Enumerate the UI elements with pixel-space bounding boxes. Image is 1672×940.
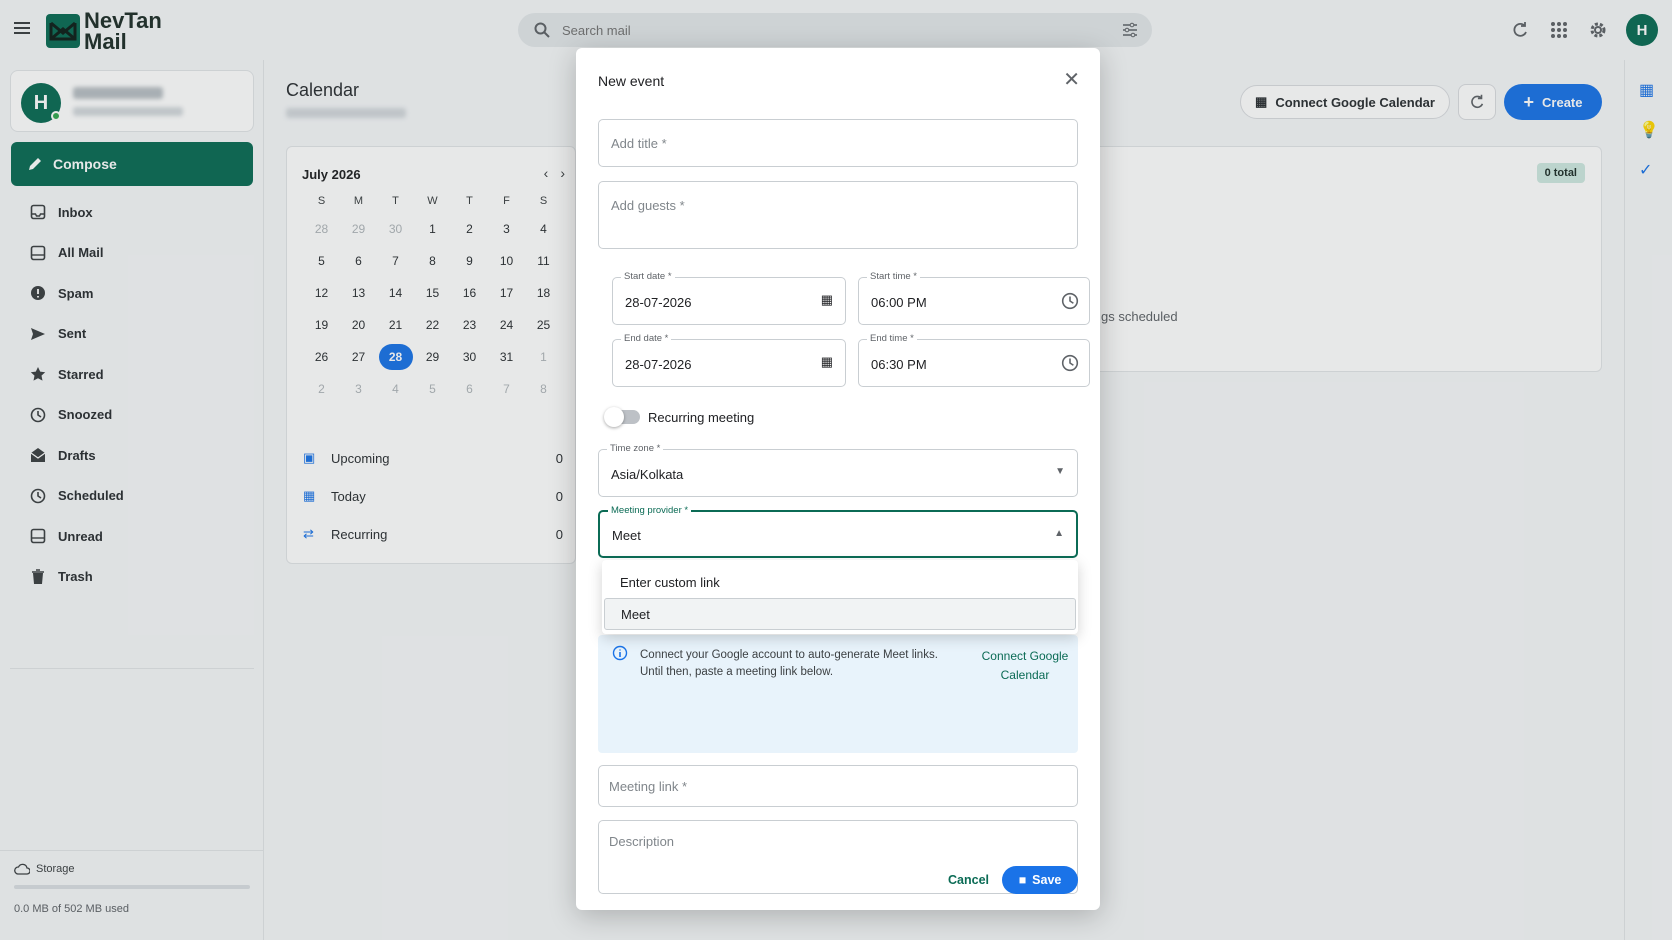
start-date-label: Start date * (621, 271, 675, 282)
info-banner: Connect your Google account to auto-gene… (598, 635, 1078, 753)
meeting-link-placeholder: Meeting link * (609, 779, 688, 794)
info-text: Connect your Google account to auto-gene… (640, 649, 938, 678)
start-time-value: 06:00 PM (871, 295, 927, 310)
timezone-select[interactable]: Time zone * Asia/Kolkata ▼ (598, 443, 1078, 497)
toggle-knob (604, 407, 624, 427)
new-event-dialog: New event ✕ Add title * Add guests * Sta… (576, 48, 1100, 910)
title-placeholder: Add title * (611, 136, 667, 151)
recurring-toggle[interactable] (604, 407, 640, 427)
start-time-label: Start time * (867, 271, 920, 282)
info-icon (612, 645, 628, 661)
timezone-value: Asia/Kolkata (611, 467, 684, 482)
clock-icon[interactable] (1061, 354, 1079, 372)
end-date-label: End date * (621, 333, 672, 344)
option-custom-link[interactable]: Enter custom link (604, 566, 1076, 598)
app-root: NevTanMail H H Compose Inbox All Mail Sp… (0, 0, 1672, 940)
dialog-title: New event (598, 73, 665, 89)
calendar-icon[interactable]: ▦ (821, 354, 833, 370)
provider-label: Meeting provider * (608, 505, 692, 516)
end-time-value: 06:30 PM (871, 357, 927, 372)
start-date-field[interactable]: Start date * 28-07-2026 ▦ (612, 271, 846, 325)
meeting-link-field[interactable]: Meeting link * (598, 765, 1078, 807)
caret-up-icon: ▲ (1054, 528, 1064, 539)
start-time-field[interactable]: Start time * 06:00 PM (858, 271, 1090, 325)
video-icon: ■ (1018, 873, 1027, 887)
end-date-value: 28-07-2026 (625, 357, 692, 372)
start-date-value: 28-07-2026 (625, 295, 692, 310)
description-placeholder: Description (609, 834, 675, 849)
recurring-label: Recurring meeting (648, 410, 755, 425)
meeting-provider-select[interactable]: Meeting provider * Meet ▲ (598, 505, 1078, 558)
provider-dropdown: Enter custom link Meet (602, 560, 1078, 634)
connect-google-calendar-link[interactable]: Connect Google Calendar (980, 647, 1070, 685)
end-time-label: End time * (867, 333, 917, 344)
end-date-field[interactable]: End date * 28-07-2026 ▦ (612, 333, 846, 387)
timezone-label: Time zone * (607, 443, 664, 454)
clock-icon[interactable] (1061, 292, 1079, 310)
close-icon[interactable]: ✕ (1063, 70, 1080, 90)
calendar-icon[interactable]: ▦ (821, 292, 833, 308)
title-field[interactable]: Add title * (598, 119, 1078, 167)
save-button[interactable]: ■ Save (1002, 866, 1078, 894)
guests-placeholder: Add guests * (611, 198, 685, 213)
end-time-field[interactable]: End time * 06:30 PM (858, 333, 1090, 387)
provider-value: Meet (612, 528, 641, 543)
caret-down-icon: ▼ (1055, 466, 1065, 477)
cancel-button[interactable]: Cancel (948, 873, 989, 887)
option-meet[interactable]: Meet (604, 598, 1076, 630)
guests-field[interactable]: Add guests * (598, 181, 1078, 249)
save-label: Save (1032, 873, 1062, 887)
